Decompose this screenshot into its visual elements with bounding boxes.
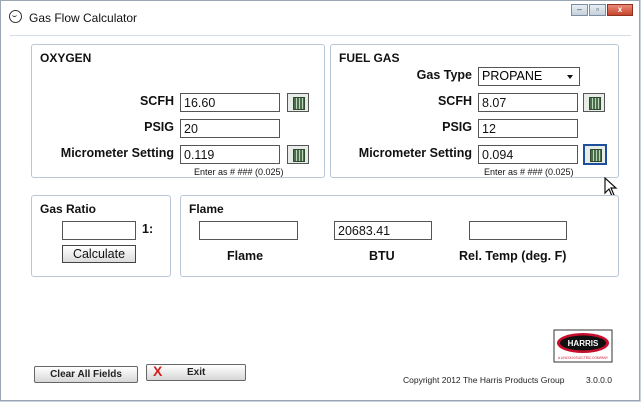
gas-type-label: Gas Type bbox=[416, 68, 472, 82]
oxygen-scfh-calculator-icon[interactable] bbox=[287, 93, 309, 112]
fuel-scfh-calculator-icon[interactable] bbox=[583, 93, 605, 112]
gas-ratio-panel: Gas Ratio 1: Calculate bbox=[31, 195, 171, 277]
close-button[interactable]: x bbox=[607, 4, 633, 16]
app-window: Gas Flow Calculator – ▫ x OXYGEN SCFH PS… bbox=[0, 0, 640, 401]
oxygen-scfh-label: SCFH bbox=[139, 94, 174, 108]
oxygen-scfh-input[interactable] bbox=[180, 93, 280, 112]
oxygen-psig-label: PSIG bbox=[144, 120, 174, 134]
btu-label: BTU bbox=[369, 249, 395, 263]
maximize-button[interactable]: ▫ bbox=[589, 4, 606, 16]
client-area: OXYGEN SCFH PSIG Micrometer Setting Ente… bbox=[10, 35, 631, 393]
gas-type-value: PROPANE bbox=[482, 69, 543, 83]
fuel-psig-input[interactable] bbox=[478, 119, 578, 138]
app-icon[interactable] bbox=[9, 10, 22, 23]
oxygen-psig-input[interactable] bbox=[180, 119, 280, 138]
calculate-button[interactable]: Calculate bbox=[62, 245, 136, 263]
flame-panel: Flame Flame BTU Rel. Temp (deg. F) bbox=[180, 195, 619, 277]
flame-title: Flame bbox=[189, 202, 224, 216]
fuel-scfh-input[interactable] bbox=[478, 93, 578, 112]
oxygen-micrometer-label: Micrometer Setting bbox=[60, 146, 174, 160]
harris-logo: HARRIS A LINCOLN ELECTRIC COMPANY bbox=[553, 329, 613, 363]
clear-all-fields-button[interactable]: Clear All Fields bbox=[34, 366, 138, 383]
exit-label: Exit bbox=[187, 367, 206, 378]
title-bar: Gas Flow Calculator – ▫ x bbox=[1, 1, 639, 35]
version-text: 3.0.0.0 bbox=[586, 375, 612, 385]
exit-button[interactable]: X Exit bbox=[146, 364, 246, 381]
logo-text: HARRIS bbox=[568, 339, 599, 348]
window-controls: – ▫ x bbox=[570, 4, 633, 16]
copyright-text: Copyright 2012 The Harris Products Group bbox=[403, 375, 565, 385]
rel-temp-input[interactable] bbox=[469, 221, 567, 240]
rel-temp-label: Rel. Temp (deg. F) bbox=[459, 249, 567, 263]
oxygen-micrometer-calculator-icon[interactable] bbox=[287, 145, 309, 164]
clear-all-fields-label: Clear All Fields bbox=[50, 369, 122, 380]
fuel-micrometer-label: Micrometer Setting bbox=[358, 146, 472, 160]
chevron-down-icon bbox=[567, 75, 573, 79]
logo-subtext: A LINCOLN ELECTRIC COMPANY bbox=[558, 356, 609, 360]
fuel-gas-title: FUEL GAS bbox=[339, 51, 400, 65]
oxygen-title: OXYGEN bbox=[40, 51, 92, 65]
flame-input[interactable] bbox=[199, 221, 298, 240]
fuel-micrometer-input[interactable] bbox=[478, 145, 578, 164]
window-title: Gas Flow Calculator bbox=[29, 11, 138, 25]
oxygen-hint: Enter as # ### (0.025) bbox=[194, 167, 284, 177]
flame-label: Flame bbox=[227, 249, 264, 263]
gas-ratio-title: Gas Ratio bbox=[40, 202, 97, 216]
mouse-cursor-icon bbox=[604, 177, 618, 197]
btu-input[interactable] bbox=[334, 221, 432, 240]
gas-ratio-suffix: 1: bbox=[142, 222, 154, 236]
fuel-psig-label: PSIG bbox=[442, 120, 472, 134]
fuel-hint: Enter as # ### (0.025) bbox=[484, 167, 574, 177]
fuel-gas-panel: FUEL GAS Gas Type PROPANE SCFH PSIG Micr… bbox=[330, 44, 619, 178]
oxygen-micrometer-input[interactable] bbox=[180, 145, 280, 164]
gas-ratio-input[interactable] bbox=[62, 221, 136, 240]
fuel-scfh-label: SCFH bbox=[437, 94, 472, 108]
minimize-button[interactable]: – bbox=[571, 4, 588, 16]
oxygen-panel: OXYGEN SCFH PSIG Micrometer Setting Ente… bbox=[31, 44, 325, 178]
fuel-micrometer-calculator-icon[interactable] bbox=[583, 144, 607, 165]
exit-x-icon: X bbox=[153, 363, 163, 379]
gas-type-select[interactable]: PROPANE bbox=[478, 67, 580, 86]
